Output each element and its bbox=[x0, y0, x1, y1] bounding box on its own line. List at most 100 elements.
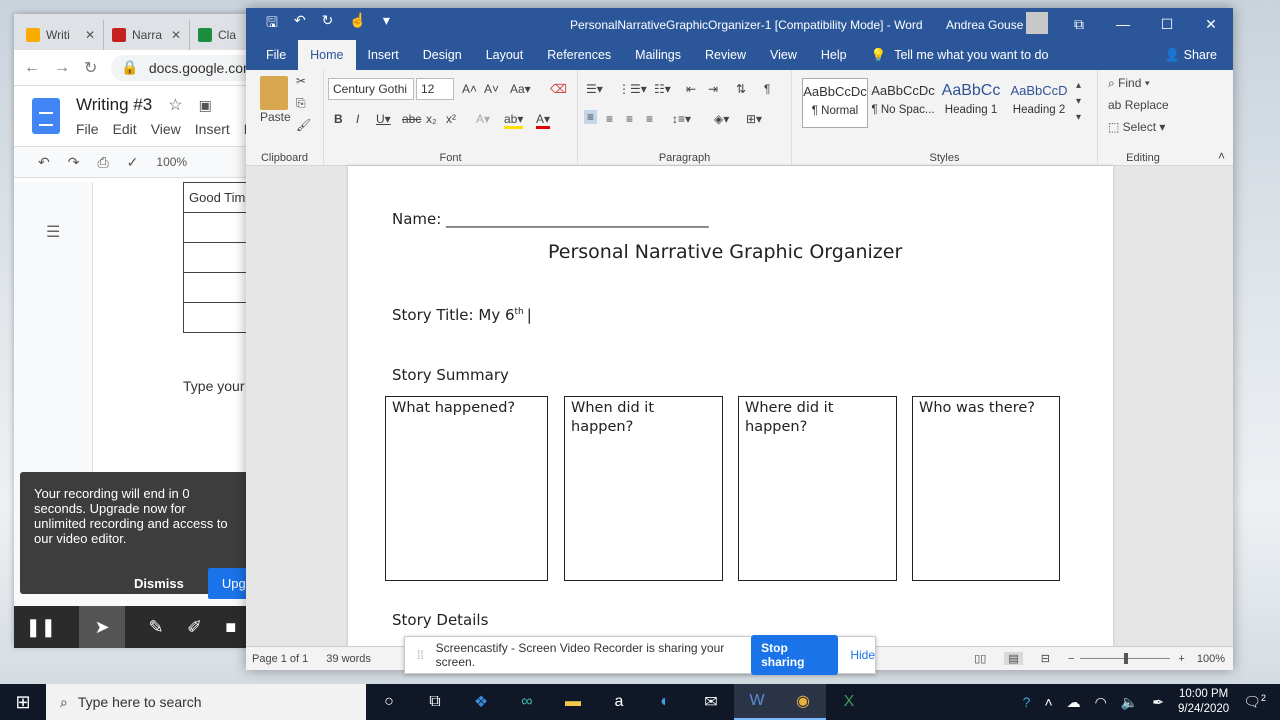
grow-font-icon[interactable]: A˄ bbox=[462, 82, 477, 96]
menu-edit[interactable]: Edit bbox=[113, 121, 137, 137]
format-painter-icon[interactable]: 🖌 bbox=[296, 118, 311, 132]
document-page[interactable]: Name: __________________________________… bbox=[348, 166, 1113, 646]
user-name[interactable]: Andrea Gouse bbox=[946, 18, 1023, 32]
find-button[interactable]: ⌕ Find ▾ bbox=[1108, 76, 1150, 91]
font-size-select[interactable]: 12 bbox=[416, 78, 454, 100]
help-icon[interactable]: ? bbox=[1023, 694, 1031, 710]
save-icon[interactable]: 🖫 bbox=[266, 12, 278, 36]
pen-workspace-icon[interactable]: ✒ bbox=[1152, 694, 1164, 711]
undo-icon[interactable]: ↶ bbox=[38, 154, 50, 171]
italic-icon[interactable]: I bbox=[356, 112, 359, 126]
copy-icon[interactable]: ⎘ bbox=[296, 96, 306, 111]
notifications-icon[interactable]: 🗨2 bbox=[1243, 693, 1266, 711]
bullets-icon[interactable]: ☰▾ bbox=[586, 82, 603, 96]
collapse-ribbon-icon[interactable]: ˄ bbox=[1218, 149, 1225, 163]
subscript-icon[interactable]: x₂ bbox=[426, 112, 437, 126]
tab-insert[interactable]: Insert bbox=[356, 40, 411, 70]
cursor-tool-icon[interactable]: ➤ bbox=[79, 606, 126, 648]
paste-icon[interactable] bbox=[260, 76, 288, 110]
cortana-icon[interactable]: ○ bbox=[366, 684, 412, 720]
summary-box-where[interactable]: Where did it happen? bbox=[738, 396, 897, 581]
dismiss-button[interactable]: Dismiss bbox=[134, 576, 184, 591]
tab-review[interactable]: Review bbox=[693, 40, 758, 70]
tab-layout[interactable]: Layout bbox=[474, 40, 536, 70]
ribbon-display-icon[interactable]: ⧉ bbox=[1057, 8, 1101, 40]
styles-scroll-icon[interactable]: ▴ ▾ ▾ bbox=[1076, 78, 1081, 126]
cut-icon[interactable]: ✂ bbox=[296, 74, 306, 88]
name-field[interactable]: Name: __________________________________… bbox=[392, 210, 709, 228]
spellcheck-icon[interactable]: ✓ bbox=[127, 154, 139, 171]
undo-icon[interactable]: ↶ bbox=[294, 12, 306, 36]
print-layout-icon[interactable]: ▤ bbox=[1004, 652, 1023, 665]
show-hidden-icons-icon[interactable]: ˄ bbox=[1044, 694, 1052, 710]
underline-icon[interactable]: U▾ bbox=[376, 112, 391, 126]
start-windows-icon[interactable]: ⊞ bbox=[0, 684, 46, 720]
redo-icon[interactable]: ↻ bbox=[322, 12, 334, 36]
highlight-icon[interactable]: ab▾ bbox=[504, 112, 524, 129]
replace-button[interactable]: ab Replace bbox=[1108, 98, 1169, 112]
summary-box-what[interactable]: What happened? bbox=[385, 396, 548, 581]
star-icon[interactable]: ☆ bbox=[168, 95, 182, 115]
zoom-level[interactable]: 100% bbox=[1197, 653, 1225, 665]
zoom-out-icon[interactable]: − bbox=[1068, 653, 1074, 665]
chrome-tab-classroom[interactable]: Cla bbox=[190, 20, 250, 50]
read-mode-icon[interactable]: ▯▯ bbox=[974, 652, 986, 665]
menu-view[interactable]: View bbox=[151, 121, 181, 137]
reload-icon[interactable]: ↻ bbox=[84, 58, 97, 78]
line-spacing-icon[interactable]: ↕≡▾ bbox=[672, 112, 691, 126]
task-view-icon[interactable]: ⧉ bbox=[412, 684, 458, 720]
zoom-select[interactable]: 100% bbox=[156, 155, 187, 169]
clear-formatting-icon[interactable]: ⌫ bbox=[550, 82, 567, 96]
drag-handle-icon[interactable]: ⁞⁞ bbox=[417, 648, 424, 662]
mail-icon[interactable]: ✉ bbox=[688, 684, 734, 720]
stop-sharing-button[interactable]: Stop sharing bbox=[751, 635, 839, 675]
camera-icon[interactable]: ■ bbox=[225, 617, 236, 638]
back-icon[interactable]: ← bbox=[24, 59, 40, 77]
pen-icon[interactable]: ✎ bbox=[149, 617, 164, 638]
zoom-in-icon[interactable]: + bbox=[1178, 653, 1184, 665]
wifi-icon[interactable]: ◠ bbox=[1095, 694, 1107, 711]
chrome-taskbar-icon[interactable]: ◉ bbox=[780, 684, 826, 720]
select-button[interactable]: ⬚ Select ▾ bbox=[1108, 120, 1165, 134]
word-taskbar-icon[interactable]: W bbox=[734, 684, 780, 720]
excel-taskbar-icon[interactable]: X bbox=[826, 684, 872, 720]
style-heading-2[interactable]: AaBbCcD Heading 2 bbox=[1006, 78, 1072, 128]
justify-icon[interactable]: ≡ bbox=[646, 112, 653, 126]
print-icon[interactable]: ⎙ bbox=[97, 154, 108, 171]
tab-mailings[interactable]: Mailings bbox=[623, 40, 693, 70]
menu-file[interactable]: File bbox=[76, 121, 99, 137]
tell-me-search[interactable]: 💡 Tell me what you want to do bbox=[859, 40, 1061, 70]
borders-icon[interactable]: ⊞▾ bbox=[746, 112, 762, 126]
story-title-line[interactable]: Story Title: My 6th | bbox=[392, 306, 532, 324]
align-left-icon[interactable]: ≡ bbox=[584, 110, 598, 124]
shading-icon[interactable]: ◈▾ bbox=[714, 112, 729, 126]
menu-insert[interactable]: Insert bbox=[195, 121, 230, 137]
font-color-icon[interactable]: A▾ bbox=[536, 112, 551, 129]
summary-box-who[interactable]: Who was there? bbox=[912, 396, 1060, 581]
minimize-icon[interactable]: — bbox=[1101, 8, 1145, 40]
highlighter-icon[interactable]: ✐ bbox=[187, 617, 202, 638]
outline-icon[interactable]: ☰ bbox=[46, 222, 60, 242]
redo-icon[interactable]: ↷ bbox=[68, 154, 80, 171]
doc-title[interactable]: Writing #3 bbox=[76, 95, 152, 115]
avatar[interactable] bbox=[1026, 12, 1048, 34]
volume-icon[interactable]: 🔈 bbox=[1121, 694, 1138, 711]
file-explorer-icon[interactable]: ▬ bbox=[550, 684, 596, 720]
customize-qat-icon[interactable]: ▾ bbox=[383, 12, 390, 36]
tab-help[interactable]: Help bbox=[809, 40, 859, 70]
forward-icon[interactable]: → bbox=[54, 59, 70, 77]
close-icon[interactable]: ✕ bbox=[1189, 8, 1233, 40]
word-count[interactable]: 39 words bbox=[326, 653, 371, 665]
multilevel-list-icon[interactable]: ☷▾ bbox=[654, 82, 671, 96]
font-name-select[interactable]: Century Gothi bbox=[328, 78, 414, 100]
decrease-indent-icon[interactable]: ⇤ bbox=[686, 82, 696, 96]
dropbox-icon[interactable]: ❖ bbox=[458, 684, 504, 720]
infinity-app-icon[interactable]: ∞ bbox=[504, 684, 550, 720]
bold-icon[interactable]: B bbox=[334, 112, 343, 126]
amazon-icon[interactable]: a bbox=[596, 684, 642, 720]
align-center-icon[interactable]: ≡ bbox=[606, 112, 613, 126]
sort-icon[interactable]: ⇅ bbox=[736, 82, 746, 96]
close-tab-icon[interactable]: ✕ bbox=[171, 28, 181, 42]
show-marks-icon[interactable]: ¶ bbox=[764, 82, 770, 96]
increase-indent-icon[interactable]: ⇥ bbox=[708, 82, 718, 96]
